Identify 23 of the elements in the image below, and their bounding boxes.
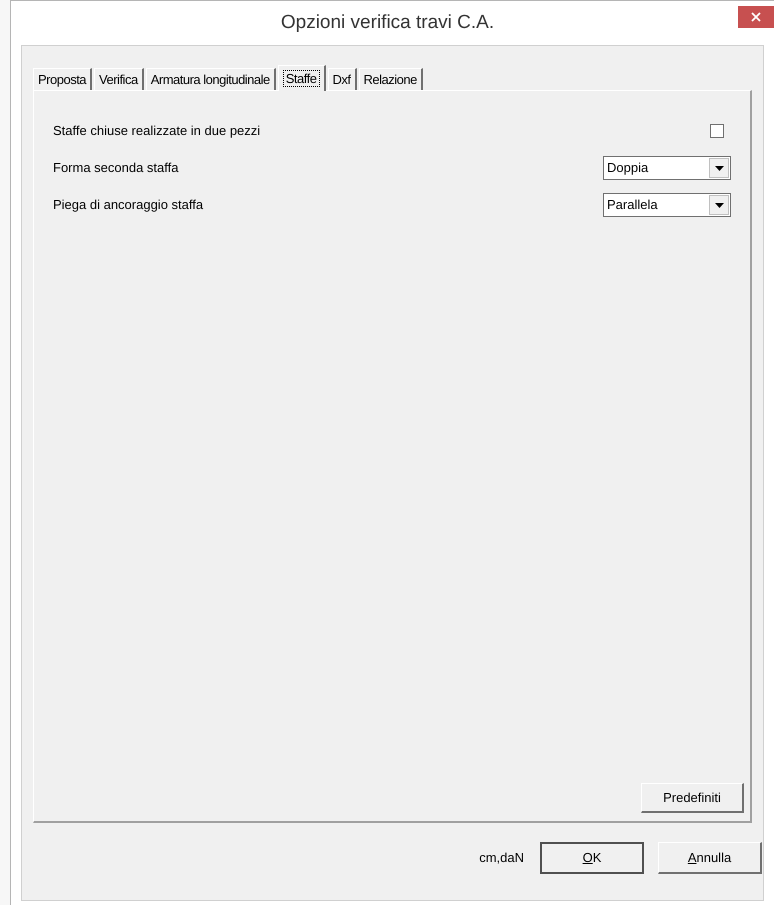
tab[interactable]: Verifica (94, 68, 144, 90)
option-label: Forma seconda staffa (53, 159, 178, 178)
dropdown[interactable]: Parallela (603, 193, 731, 217)
dropdown-button[interactable] (709, 195, 729, 215)
defaults-button[interactable]: Predefiniti (641, 783, 744, 813)
close-icon (751, 12, 761, 22)
dialog-button[interactable]: OK (540, 842, 644, 874)
window-title: Opzioni verifica travi C.A. (280, 10, 494, 35)
option-label: Piega di ancoraggio staffa (53, 196, 204, 214)
tab[interactable]: Proposta (33, 68, 92, 90)
tab[interactable]: Relazione (358, 68, 423, 90)
dialog-button[interactable]: Annulla (658, 842, 762, 874)
tab[interactable]: Staffe (278, 65, 326, 91)
tab[interactable]: Armatura longitudinale (146, 68, 276, 90)
dropdown[interactable]: Doppia (603, 156, 731, 180)
caret-icon (714, 166, 724, 170)
close-button[interactable] (738, 6, 774, 28)
dropdown-button[interactable] (709, 158, 729, 178)
caret-icon (714, 202, 724, 208)
units-label: cm,daN (479, 849, 524, 868)
checkbox[interactable] (710, 124, 724, 138)
option-label: Staffe chiuse realizzate in due pezzi (53, 122, 260, 140)
tab[interactable]: Dxf (328, 68, 356, 90)
